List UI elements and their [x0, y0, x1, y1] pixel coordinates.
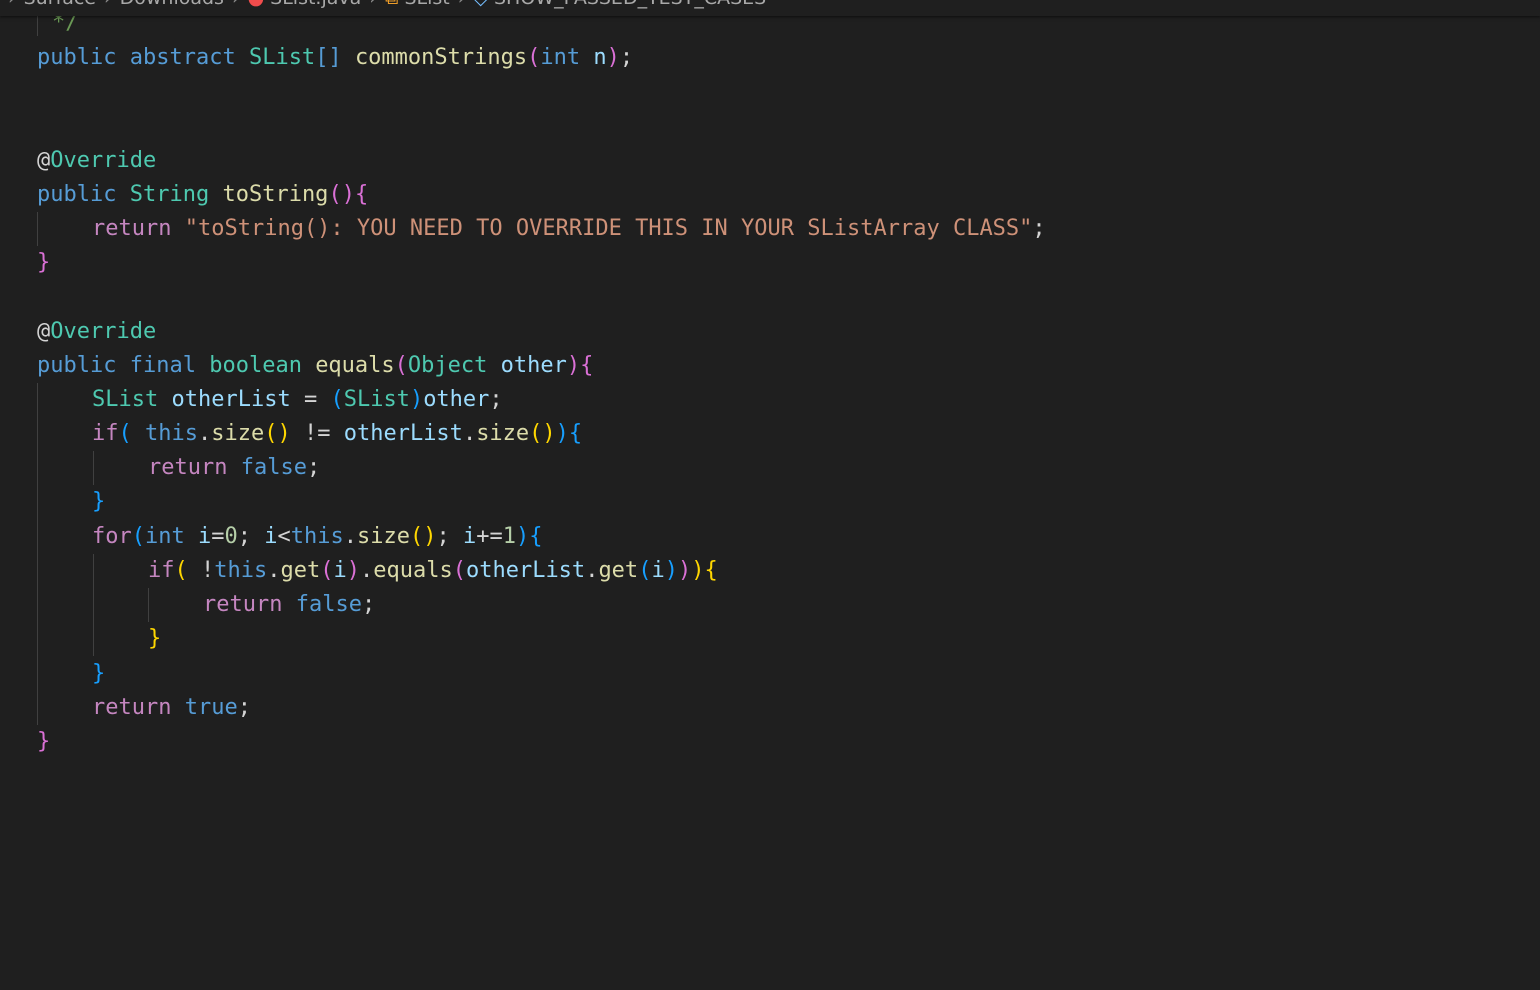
code-line-override: @Override — [37, 148, 157, 173]
code-line-if-equals: if( !this.get(i).equals(otherList.get(i)… — [148, 558, 718, 583]
indent-guide — [93, 451, 94, 485]
breadcrumb-separator: › — [104, 0, 112, 9]
code-line-cast: SList otherList = (SList)other; — [92, 387, 503, 412]
indent-guide — [37, 383, 38, 725]
breadcrumb: › Surface › Downloads › ● SList.java › ⧉… — [0, 0, 1540, 16]
code-line-override: @Override — [37, 319, 157, 344]
breadcrumb-item-class[interactable]: SList — [404, 0, 449, 9]
code-line-close-brace: } — [92, 661, 106, 686]
breadcrumb-separator: › — [8, 0, 16, 9]
code-line-if-size: if( this.size() != otherList.size()){ — [92, 421, 583, 446]
code-line-common-strings: public abstract SList[] commonStrings(in… — [37, 45, 634, 70]
code-line-return-false: return false; — [148, 455, 321, 480]
code-line-close-brace: } — [37, 250, 51, 275]
indent-guide — [148, 588, 149, 622]
breadcrumb-item-downloads[interactable]: Downloads — [120, 0, 224, 9]
breadcrumb-separator: › — [369, 0, 377, 9]
breadcrumb-separator: › — [232, 0, 240, 9]
code-line-return-true: return true; — [92, 695, 251, 720]
breadcrumb-item-field[interactable]: SHOW_PASSED_TEST_CASES — [494, 0, 766, 9]
breadcrumb-separator: › — [458, 0, 466, 9]
code-line-return-false: return false; — [203, 592, 376, 617]
field-icon: ◇ — [473, 0, 488, 9]
java-file-icon: ● — [248, 0, 265, 9]
class-icon: ⧉ — [385, 0, 399, 9]
code-line-tostring-signature: public String toString(){ — [37, 182, 369, 207]
code-line-return-string: return "toString(): YOU NEED TO OVERRIDE… — [92, 216, 1046, 241]
code-line-close-brace: } — [37, 729, 51, 754]
code-line-close-brace: } — [148, 626, 162, 651]
code-line-for-loop: for(int i=0; i<this.size(); i+=1){ — [92, 524, 543, 549]
code-line-equals-signature: public final boolean equals(Object other… — [37, 353, 594, 378]
code-line-close-brace: } — [92, 489, 106, 514]
breadcrumb-item-file[interactable]: SList.java — [270, 0, 361, 9]
indent-guide — [37, 212, 38, 246]
code-editor[interactable]: */ public abstract SList[] commonStrings… — [0, 0, 1540, 990]
breadcrumb-item-surface[interactable]: Surface — [24, 0, 96, 9]
indent-guide — [93, 554, 94, 656]
